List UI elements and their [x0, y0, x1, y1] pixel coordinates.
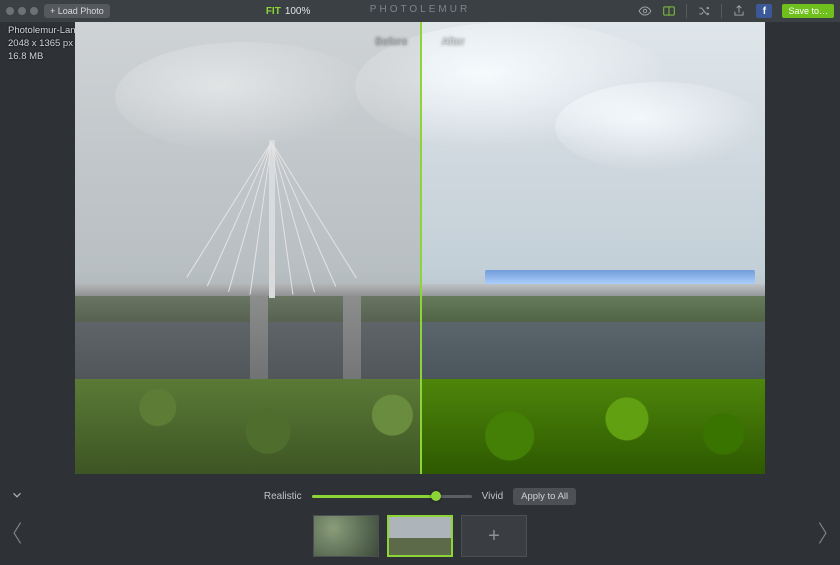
- slider-max-label: Vivid: [482, 491, 504, 502]
- top-bar: + Load Photo FIT 100% PHOTOLEMUR f Save …: [0, 0, 840, 22]
- app-brand: PHOTOLEMUR: [370, 4, 470, 15]
- slider-min-label: Realistic: [264, 491, 302, 502]
- top-bar-right: f Save to…: [638, 4, 834, 18]
- thumbnail-item-selected[interactable]: [387, 515, 453, 557]
- photo-stage: Before After: [75, 22, 765, 474]
- separator: [686, 4, 687, 18]
- zoom-control[interactable]: FIT 100%: [266, 6, 311, 17]
- photo-after: [420, 22, 765, 474]
- eye-icon[interactable]: [638, 4, 652, 18]
- load-photo-button[interactable]: + Load Photo: [44, 4, 110, 18]
- share-icon[interactable]: [732, 4, 746, 18]
- separator: [721, 4, 722, 18]
- shuffle-icon[interactable]: [697, 4, 711, 18]
- facebook-icon[interactable]: f: [756, 4, 772, 18]
- intensity-slider-row: Realistic Vivid Apply to All: [0, 486, 840, 506]
- thumbnail-add-button[interactable]: +: [461, 515, 527, 557]
- before-after-labels: Before After: [75, 36, 765, 48]
- compare-divider[interactable]: [420, 22, 422, 474]
- apply-to-all-button[interactable]: Apply to All: [513, 488, 576, 505]
- traffic-min-icon[interactable]: [18, 7, 26, 15]
- zoom-value: 100%: [285, 6, 311, 17]
- save-to-button[interactable]: Save to…: [782, 4, 834, 18]
- slider-knob[interactable]: [431, 491, 441, 501]
- thumbnail-item[interactable]: [313, 515, 379, 557]
- thumbnail-strip: +: [0, 508, 840, 564]
- thumbs-next-icon[interactable]: [814, 520, 830, 549]
- before-label: Before: [375, 36, 407, 48]
- after-label: After: [442, 36, 465, 48]
- window-traffic-lights: [6, 7, 38, 15]
- traffic-max-icon[interactable]: [30, 7, 38, 15]
- fit-label[interactable]: FIT: [266, 6, 281, 17]
- traffic-close-icon[interactable]: [6, 7, 14, 15]
- compare-split-icon[interactable]: [662, 4, 676, 18]
- intensity-slider[interactable]: [312, 495, 472, 498]
